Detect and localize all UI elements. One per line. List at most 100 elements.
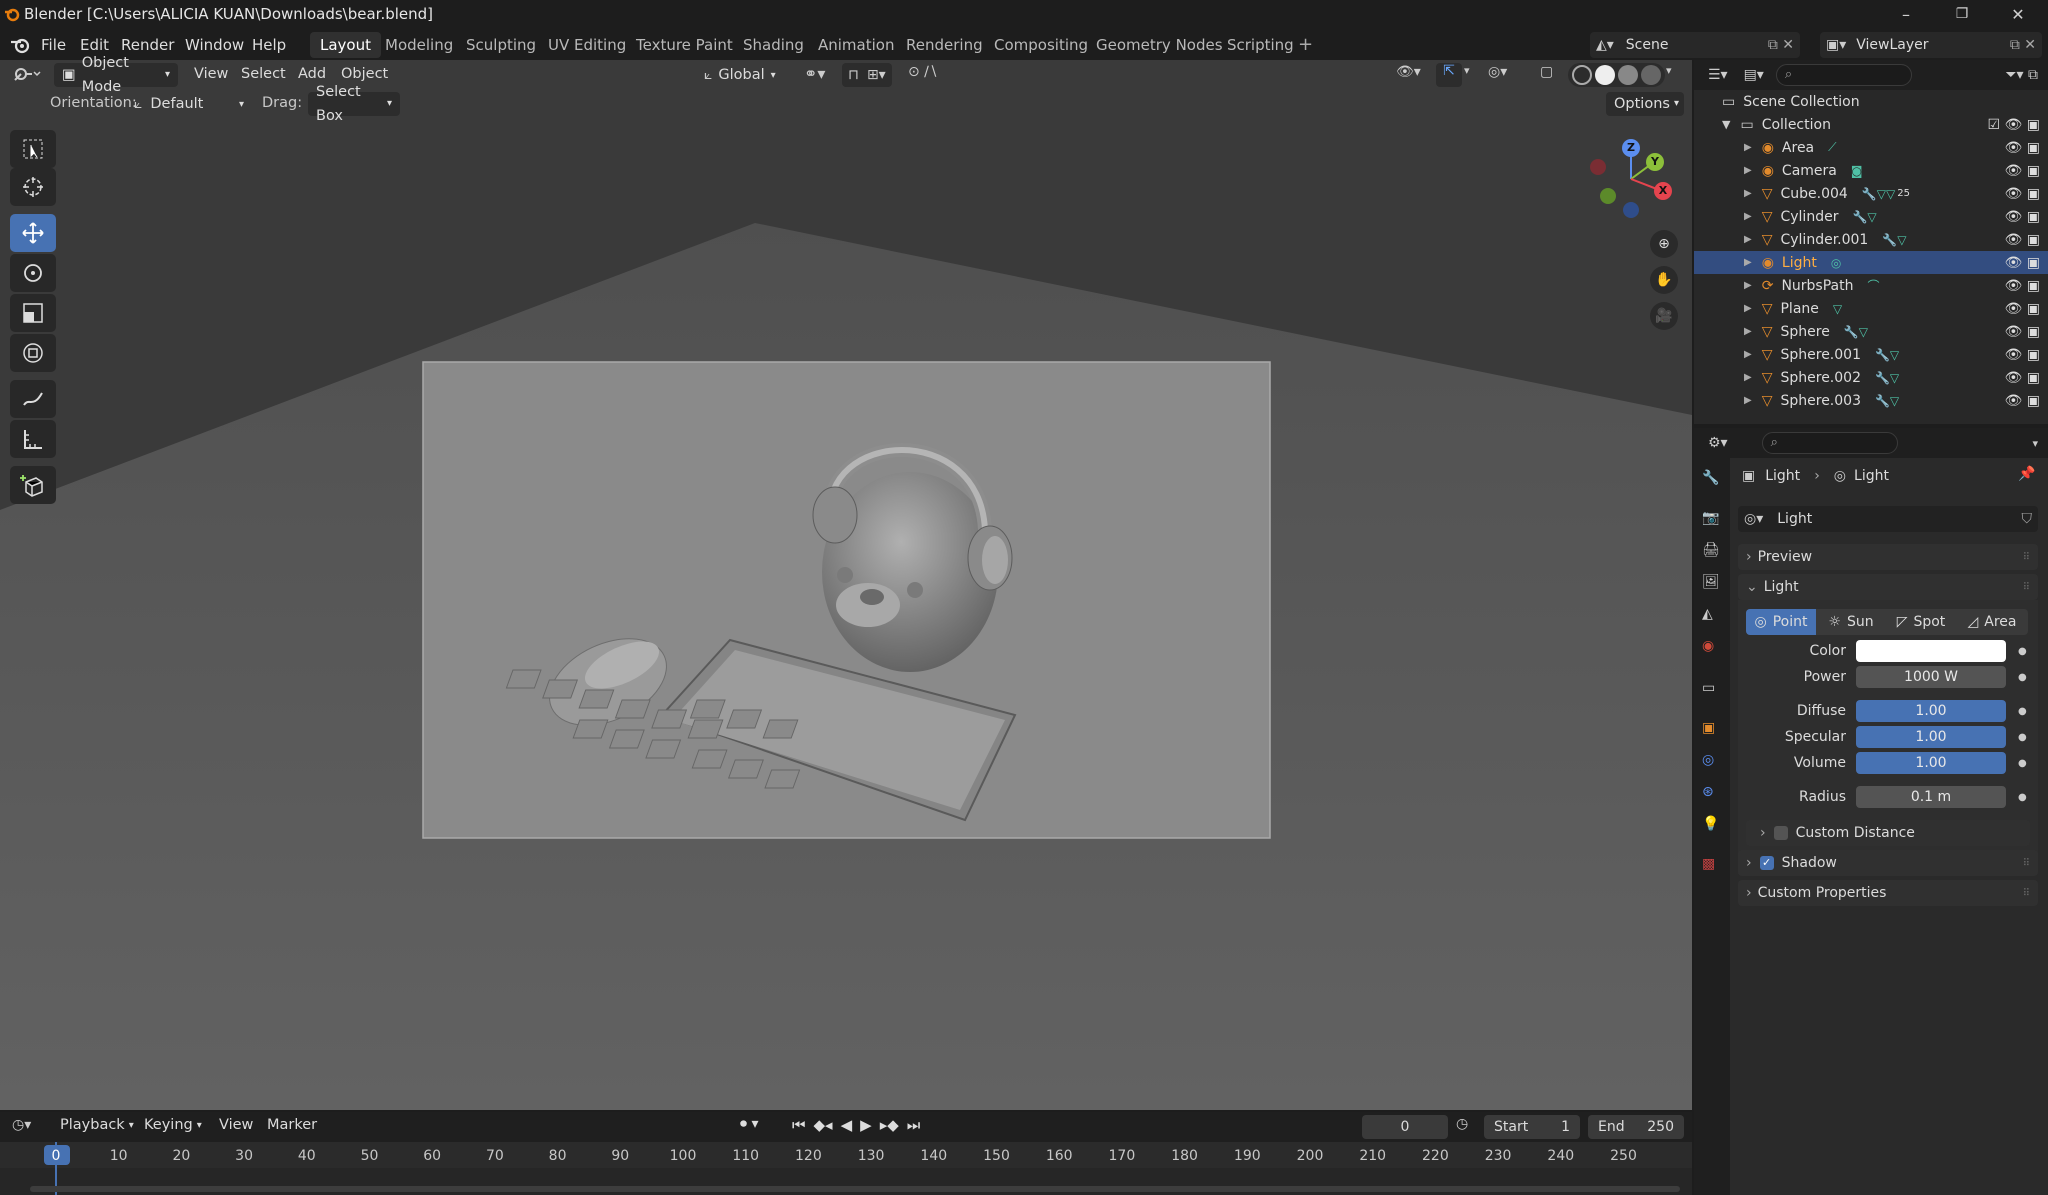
close-button[interactable]: ✕	[1990, 0, 2046, 28]
gizmo-y-axis[interactable]: Y	[1646, 153, 1664, 171]
keyframe-dot-icon[interactable]: ●	[2018, 706, 2027, 717]
collection-tab-icon[interactable]: ▭	[1702, 680, 1715, 696]
output-tab-icon[interactable]: 🖨	[1702, 542, 1720, 558]
gizmo-z-axis[interactable]: Z	[1622, 139, 1640, 157]
timeline-menu-view[interactable]: View	[219, 1117, 253, 1133]
preview-range-icon[interactable]: ◷	[1456, 1116, 1468, 1132]
proportional-edit-icon[interactable]: ⊙ ∕∖	[908, 64, 938, 80]
tab-layout[interactable]: Layout	[310, 32, 381, 58]
outliner-row[interactable]: ▶ ▽ Cylinder.001 🔧▽ 👁 ▣	[1694, 228, 2048, 251]
add-cube-tool[interactable]	[10, 466, 56, 504]
tab-geometry-nodes[interactable]: Geometry Nodes	[1086, 32, 1233, 58]
prev-keyframe-icon[interactable]: ◆◂	[814, 1116, 833, 1134]
object-data-icon[interactable]: 🔧▽	[1875, 371, 1899, 385]
outliner-row[interactable]: ▶ ▽ Cylinder 🔧▽ 👁 ▣	[1694, 205, 2048, 228]
tab-modeling[interactable]: Modeling	[375, 32, 463, 58]
object-data-icon[interactable]: 🔧▽	[1882, 233, 1906, 247]
drag-handle-icon[interactable]: ⠿	[2023, 888, 2030, 899]
shadow-panel-header[interactable]: › ✓ Shadow ⠿	[1738, 850, 2038, 876]
preview-panel-header[interactable]: › Preview ⠿	[1738, 544, 2038, 570]
mode-dropdown[interactable]: ▣ Object Mode ▾	[54, 55, 178, 95]
chevron-down-icon[interactable]: ▾	[1666, 64, 1672, 77]
tab-compositing[interactable]: Compositing	[984, 32, 1098, 58]
texture-tab-icon[interactable]: ▩	[1702, 856, 1715, 872]
visibility-toggle-icons[interactable]: 👁 ▣	[2005, 186, 2040, 202]
radius-field[interactable]: 0.1 m	[1856, 786, 2006, 808]
chevron-down-icon[interactable]: ▾	[2032, 437, 2038, 450]
visibility-toggle-icons[interactable]: 👁 ▣	[2005, 347, 2040, 363]
keyframe-dot-icon[interactable]: ●	[2018, 758, 2027, 769]
maximize-button[interactable]: ❐	[1934, 0, 1990, 28]
editor-type-icon[interactable]	[12, 64, 42, 84]
timeline-menu-marker[interactable]: Marker	[267, 1117, 317, 1133]
light-type-sun[interactable]: ☼ Sun	[1816, 609, 1886, 635]
light-type-area[interactable]: ◿ Area	[1956, 609, 2028, 635]
expand-arrow-icon[interactable]: ▶	[1744, 211, 1752, 222]
outliner-row[interactable]: ▶ ◉ Light ◎ 👁 ▣	[1694, 251, 2048, 274]
transform-orientation-dropdown[interactable]: ⟀ Global ▾	[704, 64, 776, 86]
menu-file[interactable]: File	[41, 34, 66, 56]
gizmo-toggle-icon[interactable]: ⇱	[1436, 63, 1462, 87]
properties-search-input[interactable]: ⌕	[1761, 432, 1898, 454]
visibility-toggle-icons[interactable]: 👁 ▣	[2005, 393, 2040, 409]
custom-distance-subpanel[interactable]: › Custom Distance	[1746, 820, 2030, 846]
tab-scripting[interactable]: Scripting	[1217, 32, 1304, 58]
new-scene-icon[interactable]: ⧉ ✕	[1768, 37, 1794, 53]
tab-sculpting[interactable]: Sculpting	[456, 32, 546, 58]
object-data-icon[interactable]: ⌒	[1867, 277, 1879, 294]
orientation-dropdown[interactable]: ⟀ Default ▾	[134, 93, 244, 115]
render-tab-icon[interactable]: 📷	[1702, 510, 1719, 526]
move-tool[interactable]	[10, 214, 56, 252]
select-box-tool[interactable]	[10, 130, 56, 168]
tool-tab-icon[interactable]: 🔧	[1702, 470, 1719, 486]
keyframe-dot-icon[interactable]: ●	[2018, 792, 2027, 803]
options-dropdown[interactable]: Options ▾	[1606, 92, 1684, 116]
fake-user-shield-icon[interactable]: ⛉	[2022, 511, 2033, 527]
datablock-selector[interactable]: ◎▾ Light ⛉	[1738, 506, 2038, 532]
power-field[interactable]: 1000 W	[1856, 666, 2006, 688]
object-data-icon[interactable]: 🔧▽▽	[1862, 187, 1895, 201]
color-swatch[interactable]	[1856, 640, 2006, 662]
constraints-tab-icon[interactable]: ⊛	[1702, 784, 1714, 800]
light-data-tab-icon[interactable]: 💡	[1702, 816, 1719, 832]
transform-tool[interactable]	[10, 334, 56, 372]
timeline-menu-playback[interactable]: Playback ▾	[60, 1117, 134, 1133]
expand-arrow-icon[interactable]: ▶	[1744, 188, 1752, 199]
visibility-toggle-icons[interactable]: 👁 ▣	[2005, 163, 2040, 179]
expand-arrow-icon[interactable]: ▼	[1722, 118, 1730, 131]
pin-icon[interactable]: 📌	[2018, 466, 2035, 482]
object-data-icon[interactable]: ▽	[1833, 302, 1842, 316]
end-frame-field[interactable]: End 250	[1588, 1115, 1684, 1139]
expand-arrow-icon[interactable]: ▶	[1744, 303, 1752, 314]
outliner-row[interactable]: ▶ ◉ Camera ◙ 👁 ▣	[1694, 159, 2048, 182]
visibility-toggle-icons[interactable]: 👁 ▣	[2005, 255, 2040, 271]
snap-toggle[interactable]: ⊓ ⊞▾	[842, 63, 892, 87]
jump-start-icon[interactable]: ⏮	[792, 1116, 806, 1134]
keyframe-dot-icon[interactable]: ●	[2018, 672, 2027, 683]
viewport-menu-view[interactable]: View	[194, 66, 228, 82]
camera-view-icon[interactable]: 🎥	[1650, 302, 1678, 330]
drag-dropdown[interactable]: Select Box ▾	[308, 84, 400, 124]
object-data-icon[interactable]: 🔧▽	[1852, 210, 1876, 224]
xray-icon[interactable]: ▢	[1540, 64, 1553, 80]
outliner-row[interactable]: ▶ ▽ Cube.004 🔧▽▽ 25 👁 ▣	[1694, 182, 2048, 205]
view-layer-tab-icon[interactable]: 🖼	[1702, 574, 1720, 590]
outliner-row[interactable]: ▶ ▽ Sphere.003 🔧▽ 👁 ▣	[1694, 389, 2048, 412]
world-tab-icon[interactable]: ◉	[1702, 638, 1714, 654]
expand-arrow-icon[interactable]: ▶	[1744, 349, 1752, 360]
drag-handle-icon[interactable]: ⠿	[2023, 858, 2030, 869]
expand-arrow-icon[interactable]: ▶	[1744, 165, 1752, 176]
view-layer-selector[interactable]: ▣▾ ViewLayer ⧉ ✕	[1820, 32, 2042, 58]
outliner-row[interactable]: ▶ ▽ Sphere.001 🔧▽ 👁 ▣	[1694, 343, 2048, 366]
zoom-icon[interactable]: ⊕	[1650, 230, 1678, 258]
visibility-toggle-icons[interactable]: 👁 ▣	[2005, 301, 2040, 317]
drag-handle-icon[interactable]: ⠿	[2023, 552, 2030, 563]
expand-arrow-icon[interactable]: ▶	[1744, 142, 1752, 153]
object-data-icon[interactable]: ◙	[1851, 164, 1863, 178]
overlays-icon[interactable]: ◎▾	[1488, 64, 1507, 80]
gizmo-x-axis[interactable]: X	[1654, 182, 1672, 200]
expand-arrow-icon[interactable]: ▶	[1744, 395, 1752, 406]
visibility-toggle-icons[interactable]: 👁 ▣	[2005, 209, 2040, 225]
timeline-editor-icon[interactable]: ◷▾	[12, 1117, 31, 1133]
keyframe-dot-icon[interactable]: ●	[2018, 646, 2027, 657]
